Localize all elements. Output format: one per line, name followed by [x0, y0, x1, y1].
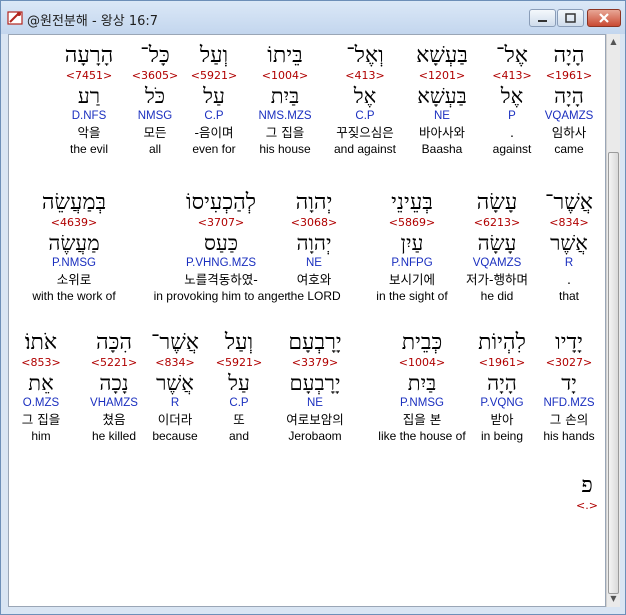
strong-number-link[interactable]: <853>	[9, 356, 121, 370]
hebrew-word: הָרָעָה	[64, 43, 114, 68]
korean-gloss: 소위로	[56, 272, 92, 287]
english-gloss: him	[31, 429, 51, 443]
morphology-code: P.NMSG	[52, 257, 96, 269]
app-window: @원전분해 - 왕상 16:7 הָיָה <1961> הָיָה VQAMZS 임하…	[0, 0, 626, 615]
word-cell[interactable]: בְּמַעֲשֵׂה <4639> מַעֲשֶׂה P.NMSG 소위로 with t…	[9, 190, 154, 304]
maximize-button[interactable]	[557, 9, 584, 27]
minimize-icon	[538, 20, 547, 22]
bible-app-icon	[7, 11, 23, 25]
korean-gloss: 악을	[77, 125, 101, 140]
english-gloss: the evil	[69, 142, 109, 156]
lemma-word: רַע	[77, 84, 101, 108]
morphology-code: O.MZS	[22, 397, 60, 409]
scroll-up-icon[interactable]: ▲	[607, 34, 620, 50]
strong-number-link[interactable]: <4639>	[9, 216, 154, 230]
strong-number-link[interactable]: <7451>	[9, 69, 169, 83]
english-gloss: with the work of	[32, 289, 116, 303]
english-gloss: in provoking him to anger	[153, 289, 289, 303]
window-title: @원전분해 - 왕상 16:7	[27, 14, 159, 29]
lemma-word: אֵת	[28, 371, 54, 395]
morphology-code: P.VHNG.MZS	[185, 257, 257, 269]
maximize-icon	[565, 13, 576, 23]
word-cell[interactable]: הָרָעָה <7451> רַע D.NFS 악을 the evil	[9, 43, 169, 157]
word-analysis-pane[interactable]: הָיָה <1961> הָיָה VQAMZS 임하사 came אֶל־ <413> אֶ…	[8, 34, 606, 607]
strong-number-link[interactable]: <.>	[507, 499, 605, 513]
scroll-down-icon[interactable]: ▼	[607, 591, 620, 607]
hebrew-word: לְהַכְעִיסוֹ	[185, 190, 257, 215]
minimize-button[interactable]	[529, 9, 556, 27]
korean-gloss: 노를격동하였-	[184, 272, 258, 287]
word-cell[interactable]: לְהַכְעִיסוֹ <3707> כַּעַס P.VHNG.MZS 노를격동하였…	[141, 190, 301, 304]
hebrew-word: פ	[581, 473, 593, 498]
strong-number-link[interactable]: <3707>	[141, 216, 301, 230]
morphology-code: D.NFS	[71, 110, 107, 122]
title-bar[interactable]: @원전분해 - 왕상 16:7	[1, 1, 625, 34]
word-cell[interactable]: אֹתוֹ׃ <853> אֵת O.MZS 그 집을 him	[9, 330, 121, 444]
scroll-thumb[interactable]	[608, 152, 619, 594]
vertical-scrollbar[interactable]: ▲ ▼	[606, 34, 620, 607]
close-icon	[599, 13, 609, 23]
lemma-word: מַעֲשֶׂה	[48, 231, 100, 255]
hebrew-word: אֹתוֹ׃	[24, 330, 58, 355]
lemma-word: כַּעַס	[203, 231, 239, 255]
hebrew-word: בְּמַעֲשֵׂה	[41, 190, 107, 215]
word-cell[interactable]: פ <.>	[507, 473, 605, 513]
korean-gloss: 그 집을	[21, 412, 61, 427]
close-button[interactable]	[587, 9, 621, 27]
